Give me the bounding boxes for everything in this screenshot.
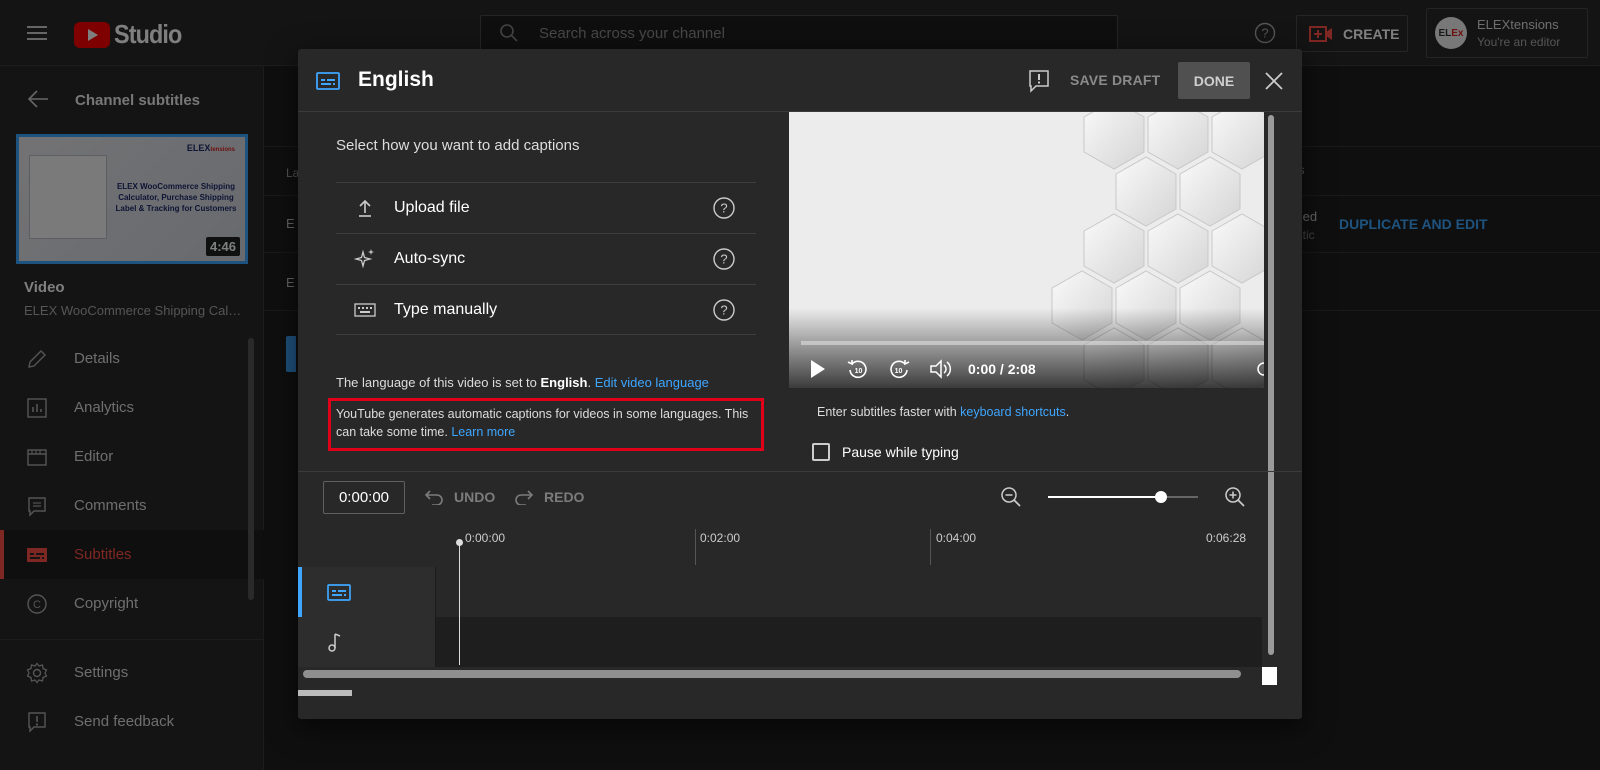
ruler-label: 0:06:28 [1206, 531, 1247, 545]
subtitle-track[interactable] [298, 567, 1262, 617]
close-icon[interactable] [1263, 70, 1285, 92]
current-time-input[interactable]: 0:00:00 [323, 481, 405, 514]
subtitle-track-header [298, 567, 436, 617]
svg-text:?: ? [720, 201, 727, 216]
option-label: Auto-sync [394, 250, 466, 267]
help-icon[interactable]: ? [712, 196, 736, 220]
svg-text:10: 10 [855, 368, 863, 375]
keyboard-shortcuts-text: Enter subtitles faster with keyboard sho… [817, 405, 1069, 419]
video-time: 0:00 / 2:08 [968, 361, 1036, 377]
subtitles-icon [316, 72, 340, 90]
rewind-10-icon[interactable]: 10 [847, 358, 869, 380]
dialog-header: English SAVE DRAFT DONE [298, 49, 1302, 112]
video-player[interactable]: 10 10 0:00 / 2:08 [789, 112, 1264, 388]
ruler-tick [695, 529, 696, 565]
kbd-suffix: . [1065, 405, 1070, 419]
zoom-slider-fill [1048, 496, 1161, 498]
audio-track-body[interactable] [436, 617, 1262, 667]
upload-file-option[interactable]: Upload file ? [336, 182, 756, 233]
playhead [459, 543, 460, 665]
save-draft-button[interactable]: SAVE DRAFT [1070, 72, 1160, 88]
language-suffix: . [587, 375, 595, 390]
audio-track[interactable] [298, 617, 1262, 667]
keyboard-icon [354, 302, 376, 317]
timeline-scrollbar[interactable] [303, 670, 1241, 678]
option-label: Type manually [394, 300, 498, 318]
undo-button[interactable]: UNDO [424, 489, 495, 505]
undo-label: UNDO [454, 489, 496, 505]
subtitles-editor-dialog: English SAVE DRAFT DONE Select how you w… [298, 49, 1302, 719]
keyboard-shortcuts-link[interactable]: keyboard shortcuts [960, 405, 1066, 419]
volume-icon[interactable] [929, 358, 953, 380]
report-feedback-icon[interactable] [1028, 69, 1050, 93]
done-button[interactable]: DONE [1178, 62, 1250, 99]
subtitle-track-body[interactable] [436, 567, 1262, 617]
dialog-horizontal-scrollbar[interactable] [298, 690, 352, 696]
sparkle-icon [354, 249, 374, 269]
settings-icon[interactable] [1253, 358, 1264, 380]
learn-more-link[interactable]: Learn more [451, 425, 515, 439]
caption-method-list: Upload file ? Auto-sync ? Type manually … [336, 182, 756, 335]
type-manually-option[interactable]: Type manually ? [336, 284, 756, 335]
svg-text:10: 10 [895, 368, 903, 375]
option-label: Upload file [394, 199, 470, 216]
kbd-prefix: Enter subtitles faster with [817, 405, 961, 419]
timeline-divider [298, 471, 1302, 472]
zoom-out-icon[interactable] [1000, 486, 1022, 508]
video-progress-bar[interactable] [801, 341, 1264, 345]
video-language-text: The language of this video is set to Eng… [336, 375, 709, 390]
music-note-icon [328, 633, 341, 652]
forward-10-icon[interactable]: 10 [888, 358, 910, 380]
pause-while-typing-label: Pause while typing [842, 444, 959, 460]
auto-captions-text: YouTube generates automatic captions for… [336, 407, 749, 439]
svg-text:?: ? [720, 252, 727, 267]
svg-text:?: ? [720, 302, 727, 317]
ruler-label: 0:00:00 [465, 531, 506, 545]
pause-while-typing-row[interactable]: Pause while typing [812, 443, 959, 461]
subtitles-icon [327, 584, 351, 601]
auto-captions-note: YouTube generates automatic captions for… [336, 405, 756, 441]
edit-video-language-link[interactable]: Edit video language [595, 375, 709, 390]
audio-track-header [298, 617, 436, 667]
dialog-scrollbar[interactable] [1268, 115, 1274, 655]
help-icon[interactable]: ? [712, 247, 736, 271]
ruler-tick [930, 529, 931, 565]
upload-icon [359, 199, 371, 217]
auto-sync-option[interactable]: Auto-sync ? [336, 233, 756, 284]
language-name: English [540, 375, 588, 390]
pause-while-typing-checkbox[interactable] [812, 443, 830, 461]
dialog-title: English [358, 68, 434, 91]
redo-label: REDO [544, 489, 585, 505]
add-captions-heading: Select how you want to add captions [336, 137, 580, 154]
zoom-slider-thumb[interactable] [1154, 491, 1167, 503]
ruler-label: 0:04:00 [936, 531, 977, 545]
redo-icon [515, 490, 534, 505]
undo-icon [424, 490, 443, 505]
ruler-label: 0:02:00 [700, 531, 741, 545]
zoom-in-icon[interactable] [1224, 486, 1246, 508]
play-icon[interactable] [809, 358, 827, 380]
scrollbar-corner [1262, 667, 1277, 685]
help-icon[interactable]: ? [712, 298, 736, 322]
language-prefix: The language of this video is set to [336, 375, 541, 390]
redo-button[interactable]: REDO [514, 489, 584, 505]
